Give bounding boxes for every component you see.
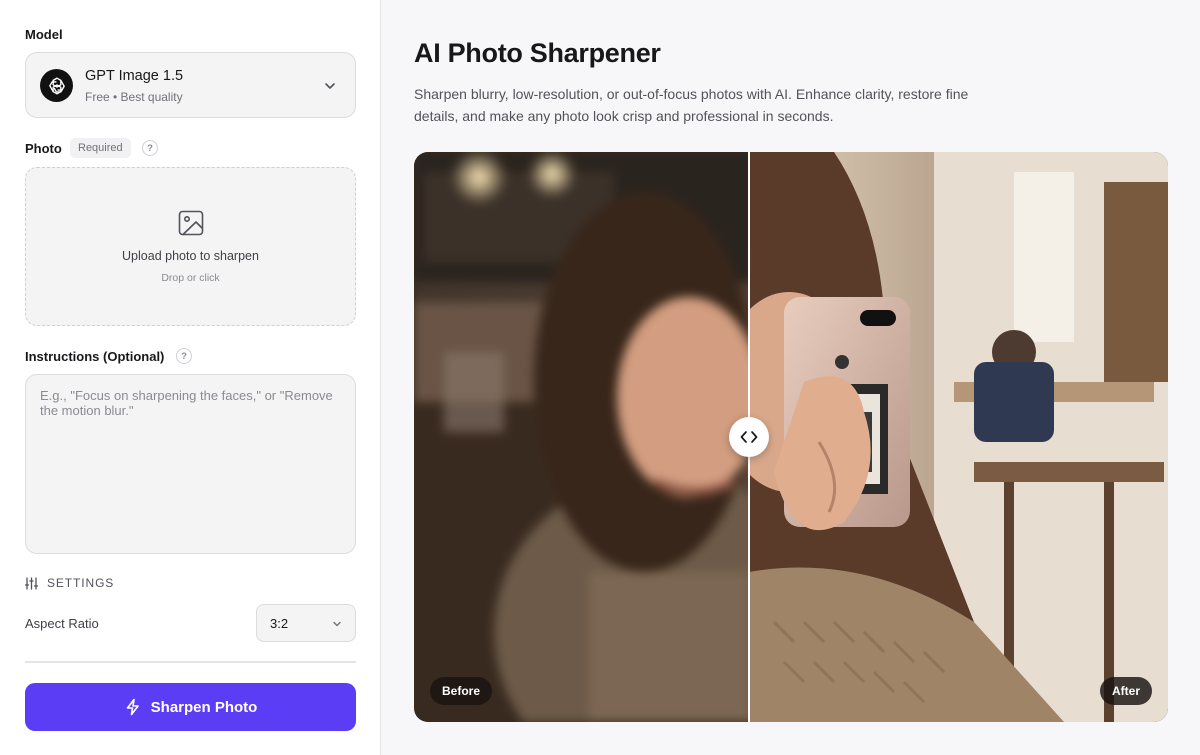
code-arrows-icon: [740, 431, 758, 443]
before-after-comparison[interactable]: Before After: [414, 152, 1168, 722]
required-badge: Required: [70, 138, 131, 158]
after-badge: After: [1099, 677, 1152, 705]
page-title: AI Photo Sharpener: [414, 38, 661, 68]
after-image: [749, 152, 1168, 722]
photo-upload-dropzone[interactable]: Upload photo to sharpen Drop or click: [25, 167, 356, 326]
split-handle[interactable]: [729, 417, 769, 457]
main-panel: AI Photo Sharpener Sharpen blurry, low-r…: [381, 0, 1200, 755]
sharpen-photo-label: Sharpen Photo: [150, 698, 258, 716]
model-select[interactable]: GPT Image 1.5 Free • Best quality: [25, 52, 356, 118]
image-icon: [178, 210, 204, 236]
aspect-ratio-value: 3:2: [270, 616, 289, 631]
before-photo: [414, 152, 749, 722]
openai-logo-icon: [40, 69, 73, 102]
instructions-help-icon[interactable]: ?: [176, 348, 192, 364]
before-image: [414, 152, 749, 722]
page-description: Sharpen blurry, low-resolution, or out-o…: [414, 86, 969, 124]
photo-label: Photo: [25, 141, 62, 156]
chevron-down-icon: [333, 621, 341, 627]
after-photo: [749, 152, 1168, 722]
model-label: Model: [25, 27, 63, 42]
model-name: GPT Image 1.5: [85, 68, 184, 84]
photo-help-icon[interactable]: ?: [142, 140, 158, 156]
lightning-icon: [126, 698, 139, 716]
settings-sidebar: Model GPT Image 1.5 Free • Best quality …: [0, 0, 381, 755]
before-badge: Before: [430, 677, 493, 705]
settings-heading: SETTINGS: [25, 576, 114, 590]
chevron-down-icon: [325, 83, 335, 89]
model-subtitle: Free • Best quality: [85, 90, 183, 104]
upload-subtitle: Drop or click: [161, 272, 220, 284]
aspect-ratio-select[interactable]: 3:2: [256, 604, 356, 642]
sliders-icon: [25, 576, 38, 590]
upload-title: Upload photo to sharpen: [122, 249, 259, 263]
instructions-textarea[interactable]: [25, 374, 356, 554]
divider: [25, 661, 356, 663]
settings-label: SETTINGS: [47, 576, 115, 590]
aspect-ratio-label: Aspect Ratio: [25, 616, 99, 631]
sharpen-photo-button[interactable]: Sharpen Photo: [25, 683, 356, 731]
app-root: Model GPT Image 1.5 Free • Best quality …: [0, 0, 1200, 755]
instructions-label: Instructions (Optional): [25, 349, 165, 364]
